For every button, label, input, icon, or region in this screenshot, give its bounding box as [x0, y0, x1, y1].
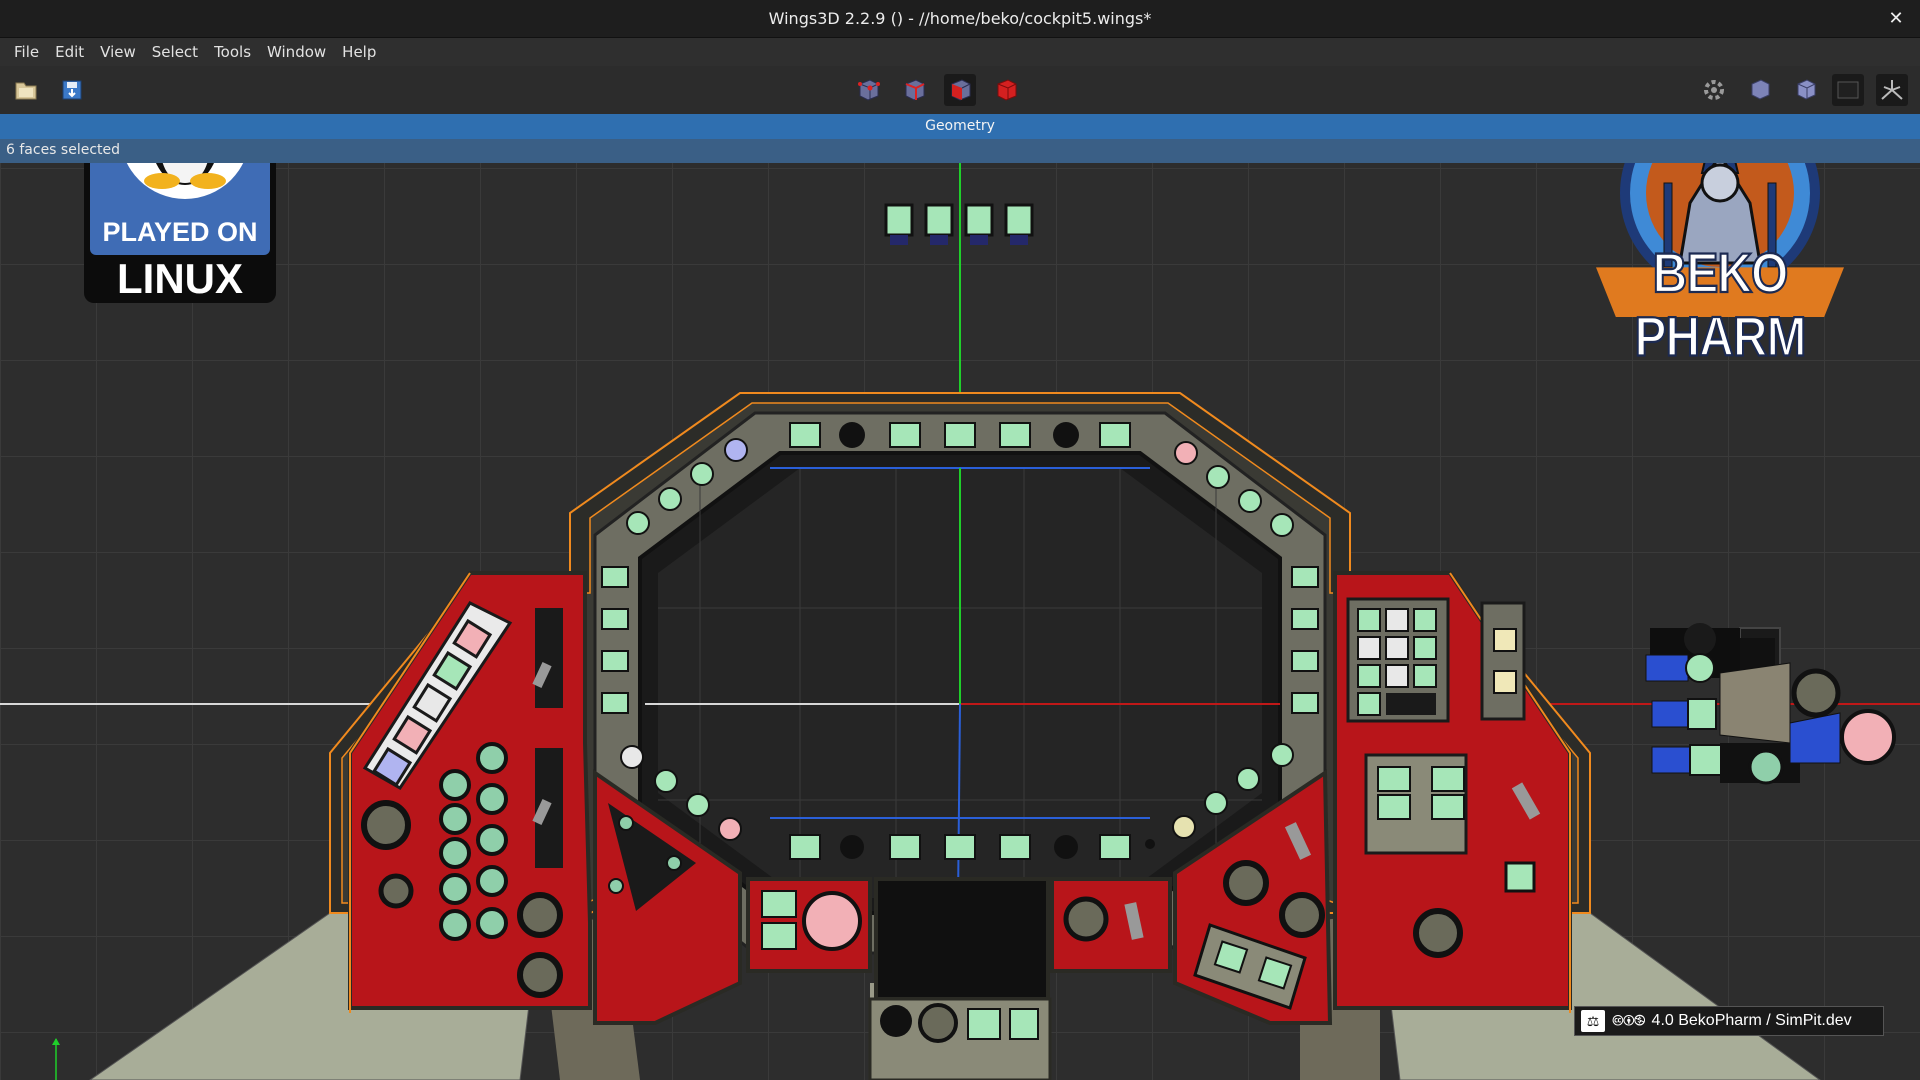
wireframe-button[interactable]: [1744, 74, 1776, 106]
menu-window[interactable]: Window: [259, 43, 334, 61]
vertex-select-icon: [858, 79, 880, 101]
menu-help[interactable]: Help: [334, 43, 384, 61]
face-select-button[interactable]: [944, 74, 976, 106]
window-title: Wings3D 2.2.9 () - //home/beko/cockpit5.…: [768, 9, 1152, 28]
license-tag: ⚖ 🅭🅯🄏 4.0 BekoPharm / SimPit.dev: [1574, 1006, 1884, 1036]
mini-axis-arrow: [52, 1038, 60, 1045]
vertex-select-button[interactable]: [852, 74, 884, 106]
shaded-button[interactable]: [1790, 74, 1822, 106]
edge-select-button[interactable]: [898, 74, 930, 106]
bottom-button-strip: [789, 834, 1155, 860]
menu-select[interactable]: Select: [144, 43, 206, 61]
save-file-icon: [62, 80, 82, 100]
cube-wire-icon: [1751, 79, 1770, 100]
menu-tools[interactable]: Tools: [206, 43, 259, 61]
open-file-icon: [15, 82, 37, 100]
toolbar: [0, 66, 1920, 114]
badge-linux: LINUX: [117, 255, 243, 302]
3d-viewport[interactable]: PLAYED ON LINUX BEKO PHARM ⚖ 🅭🅯🄏 4.0 Bek…: [0, 163, 1920, 1080]
menu-bar: File Edit View Select Tools Window Help: [0, 38, 1920, 66]
right-red-panel: [1333, 571, 1572, 1013]
object-select-icon: [997, 79, 1017, 101]
save-file-button[interactable]: [56, 74, 88, 106]
beko-pharm-logo: BEKO PHARM: [1590, 163, 1850, 369]
perspective-button[interactable]: [1876, 74, 1908, 106]
selection-status: 6 faces selected: [6, 142, 121, 158]
menu-edit[interactable]: Edit: [47, 43, 92, 61]
background-button[interactable]: [1832, 74, 1864, 106]
logo-wordmark: BEKO PHARM: [1634, 243, 1808, 370]
badge-played-on: PLAYED ON: [102, 217, 258, 247]
center-lower-console: [746, 877, 1172, 1080]
played-on-linux-badge: PLAYED ON LINUX: [84, 163, 276, 303]
face-select-icon: [951, 79, 971, 101]
license-text: 4.0 BekoPharm / SimPit.dev: [1651, 1012, 1852, 1029]
creative-commons-icons: 🅭🅯🄏: [1613, 1013, 1646, 1030]
status-strip: 6 faces selected: [0, 139, 1920, 163]
close-button[interactable]: ✕: [1884, 7, 1908, 31]
open-file-button[interactable]: [10, 74, 42, 106]
menu-view[interactable]: View: [92, 43, 144, 61]
perspective-icon: [1881, 80, 1903, 100]
balance-scale-icon: ⚖: [1581, 1010, 1605, 1032]
background-icon: [1837, 81, 1859, 99]
edge-select-icon: [905, 79, 925, 101]
menu-file[interactable]: File: [6, 43, 47, 61]
settings-icon: [1704, 80, 1724, 100]
geometry-header: Geometry: [0, 114, 1920, 139]
cube-shaded-icon: [1797, 79, 1816, 100]
title-bar: Wings3D 2.2.9 () - //home/beko/cockpit5.…: [0, 0, 1920, 38]
wings3d-window: Wings3D 2.2.9 () - //home/beko/cockpit5.…: [0, 0, 1920, 1080]
object-select-button[interactable]: [990, 74, 1022, 106]
tux-penguin-icon: [144, 163, 226, 189]
left-red-panel: [348, 571, 592, 1013]
settings-button[interactable]: [1698, 74, 1730, 106]
